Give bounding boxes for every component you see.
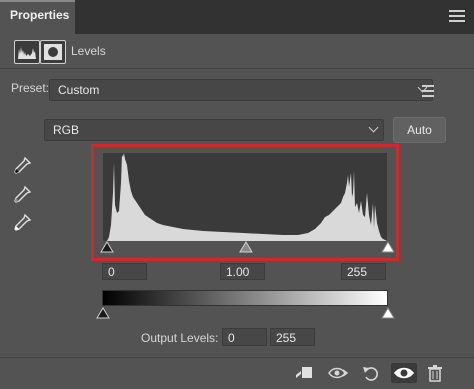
histogram-highlight <box>91 144 399 261</box>
tab-highlight <box>0 0 75 2</box>
output-white-slider[interactable] <box>381 307 395 319</box>
preset-value: Custom <box>58 83 100 97</box>
white-point-eyedropper-icon[interactable] <box>12 213 32 233</box>
channel-dropdown[interactable]: RGB <box>44 119 384 141</box>
header-divider <box>0 68 474 69</box>
visibility-eye-icon[interactable] <box>391 363 417 383</box>
output-gradient <box>102 290 388 306</box>
output-black-slider[interactable] <box>96 307 110 319</box>
tab-properties[interactable]: Properties <box>0 0 75 34</box>
input-midtone-field[interactable]: 1.00 <box>220 263 265 280</box>
gray-point-eyedropper-icon[interactable] <box>12 185 32 205</box>
input-midtone-slider[interactable] <box>239 241 253 253</box>
mask-icon[interactable] <box>40 40 66 64</box>
input-white-field[interactable]: 255 <box>341 263 386 280</box>
adjustment-title: Levels <box>71 44 106 58</box>
chevron-down-icon <box>368 122 379 133</box>
black-point-eyedropper-icon[interactable] <box>12 156 32 176</box>
panel-menu-icon[interactable] <box>449 10 465 25</box>
input-white-slider[interactable] <box>381 241 395 253</box>
channel-value: RGB <box>53 123 80 137</box>
input-black-field[interactable]: 0 <box>102 263 147 280</box>
bottom-toolbar <box>0 357 474 388</box>
histogram-icon <box>14 40 40 64</box>
input-black-slider[interactable] <box>100 241 114 253</box>
histogram <box>103 153 387 241</box>
clip-to-layer-icon[interactable] <box>293 363 315 383</box>
output-black-field[interactable]: 0 <box>222 328 267 346</box>
trash-icon[interactable] <box>424 363 446 383</box>
auto-button[interactable]: Auto <box>393 117 446 143</box>
output-levels-label: Output Levels: <box>141 331 219 345</box>
view-previous-state-icon[interactable] <box>327 363 349 383</box>
output-white-field[interactable]: 255 <box>270 328 315 346</box>
reset-icon[interactable] <box>360 363 382 383</box>
preset-dropdown[interactable]: Custom <box>49 79 433 101</box>
preset-menu-icon[interactable] <box>422 85 434 100</box>
preset-label: Preset: <box>11 81 50 95</box>
